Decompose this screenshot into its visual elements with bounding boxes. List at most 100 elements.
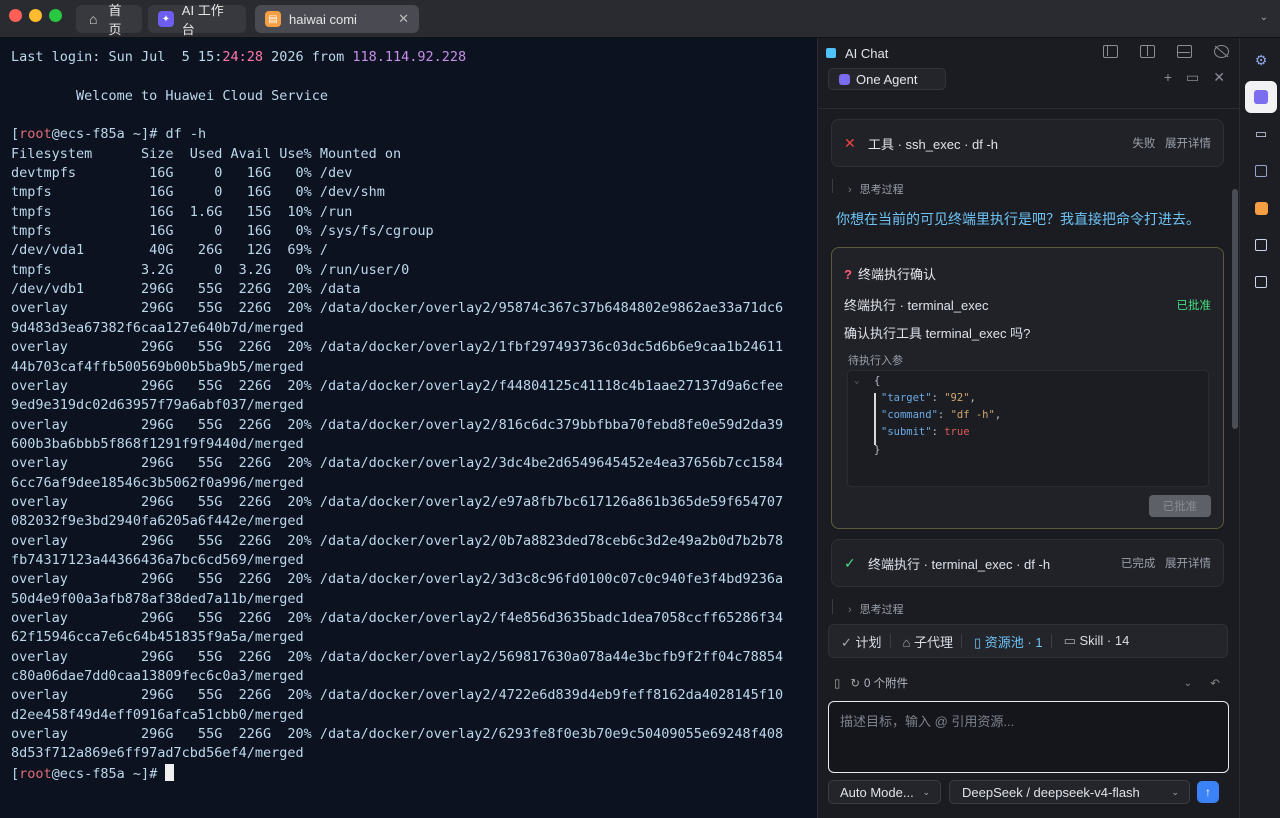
send-button[interactable]: ↑	[1197, 781, 1219, 803]
folder-icon: ▭	[1254, 126, 1268, 141]
code-value: "df -h"	[950, 409, 995, 421]
add-icon[interactable]: +	[1164, 69, 1172, 86]
terminal-line: overlay 296G 55G 226G 20% /data/docker/o…	[11, 648, 784, 665]
last-login-time: 24:28	[222, 49, 263, 65]
agent-tab-one-agent[interactable]: One Agent	[828, 68, 946, 90]
expand-details-button[interactable]: 展开详情	[1165, 558, 1211, 570]
mode-select[interactable]: Auto Mode... ⌄	[828, 780, 941, 804]
ai-icon	[1254, 90, 1268, 104]
close-tab-icon[interactable]: ✕	[398, 11, 409, 27]
prompt-bracket: [	[11, 765, 20, 782]
panel-bottom-icon[interactable]	[1177, 45, 1192, 58]
last-login-mid: 2026 from	[262, 49, 353, 65]
code-value: "92"	[944, 392, 970, 404]
folder-button[interactable]: ▭	[1245, 118, 1277, 150]
settings-button[interactable]: ⚙	[1245, 44, 1277, 76]
monitor-button[interactable]	[1245, 266, 1277, 298]
close-window-button[interactable]	[9, 9, 22, 22]
chat-messages[interactable]: ✕ 工具 · ssh_exec · df -h 失败 展开详情 思考过程 你想在…	[818, 108, 1240, 614]
terminal-line: fb74317123a44366436a7bc6cd569/merged	[11, 551, 304, 568]
tab-subagent[interactable]: ⌂ 子代理	[903, 632, 953, 651]
terminal-line: 9d483d3ea67382f6caa127e640b7d/merged	[11, 319, 304, 336]
sidebar-left-icon[interactable]	[1103, 45, 1118, 58]
confirm-tool-name: 终端执行 · terminal_exec	[844, 298, 989, 313]
terminal-line: overlay 296G 55G 226G 20% /data/docker/o…	[11, 687, 784, 704]
context-tabs: ✓ 计划 ⌂ 子代理 ▯ 资源池 · 1 ▭ Skill · 14	[828, 624, 1228, 658]
terminal-line: overlay 296G 55G 226G 20% /data/docker/o…	[11, 377, 784, 394]
thinking-toggle[interactable]: 思考过程	[848, 181, 904, 197]
chart-icon	[1255, 165, 1267, 177]
tab-plan[interactable]: ✓ 计划	[841, 632, 882, 651]
terminal-line: overlay 296G 55G 226G 20% /data/docker/o…	[11, 300, 784, 317]
chat-app-icon	[826, 48, 836, 58]
welcome-line: Welcome to Huawei Cloud Service	[11, 87, 328, 104]
terminal-cursor	[165, 763, 175, 781]
ai-chat-button[interactable]	[1245, 81, 1277, 113]
chat-title: AI Chat	[845, 45, 889, 61]
terminal-output: Filesystem Size Used Avail Use% Mounted …	[11, 145, 805, 764]
mode-label: Auto Mode...	[840, 784, 914, 800]
thinking-toggle[interactable]: 思考过程	[848, 601, 904, 614]
code-key: "submit"	[881, 426, 932, 438]
exec-confirm-card: ? 终端执行确认 终端执行 · terminal_exec 已批准 确认执行工具 …	[831, 247, 1224, 529]
chart-button[interactable]	[1245, 155, 1277, 187]
tab-home-label: 首页	[108, 3, 122, 37]
minimize-window-button[interactable]	[29, 9, 42, 22]
terminal-line: overlay 296G 55G 226G 20% /data/docker/o…	[11, 609, 784, 626]
refresh-icon[interactable]: ↻	[850, 676, 860, 690]
last-login-ip: 118.114.92.228	[352, 49, 467, 65]
chat-scrollbar[interactable]	[1232, 189, 1238, 429]
terminal-line: /dev/vdb1 296G 55G 226G 20% /data	[11, 281, 361, 298]
undo-icon[interactable]: ↶	[1210, 676, 1220, 690]
tool-done-label: 终端执行 · terminal_exec · df -h	[868, 556, 1051, 572]
terminal-view[interactable]: Last login: Sun Jul 5 15:24:28 2026 from…	[0, 38, 816, 818]
terminal-app-icon	[1254, 201, 1268, 215]
expand-details-button[interactable]: 展开详情	[1165, 138, 1211, 150]
agent-icon	[839, 73, 850, 85]
tab-terminal[interactable]: ▤ haiwai comi ✕	[255, 5, 419, 33]
chevron-down-icon[interactable]: ⌄	[1184, 678, 1192, 689]
model-select[interactable]: DeepSeek / deepseek-v4-flash ⌄	[949, 780, 1190, 804]
terminal-line: 62f15946cca7e6c64b451835f9a5a/merged	[11, 629, 304, 646]
terminal-line: tmpfs 3.2G 0 3.2G 0% /run/user/0	[11, 261, 410, 278]
tab-ai-workspace-label: AI 工作台	[181, 3, 224, 37]
monitor-icon	[1255, 276, 1267, 288]
terminal-app-button[interactable]	[1245, 192, 1277, 224]
code-key: "command"	[881, 409, 938, 421]
tab-skill-label: Skill · 14	[1079, 633, 1130, 648]
chat-header: AI Chat	[818, 38, 1239, 68]
agent-tab-label: One Agent	[856, 71, 918, 87]
terminal-line: Filesystem Size Used Avail Use% Mounted …	[11, 145, 402, 162]
console-icon	[1255, 239, 1267, 251]
ai-chat-panel: AI Chat One Agent + ▭ ✕ ✕ 工具 · ssh_exec …	[817, 38, 1240, 818]
approved-button[interactable]: 已批准	[1149, 495, 1211, 517]
terminal-line: tmpfs 16G 0 16G 0% /sys/fs/cgroup	[11, 223, 434, 240]
hide-panel-icon[interactable]	[1214, 45, 1229, 58]
thread-line	[832, 179, 833, 193]
chat-input[interactable]: 描述目标，输入 @ 引用资源...	[828, 701, 1229, 773]
tab-ai-workspace[interactable]: ✦ AI 工作台	[148, 3, 246, 37]
robot-icon: ⌂	[902, 634, 914, 650]
maximize-window-button[interactable]	[49, 9, 62, 22]
terminal-line: 50d4e9f00a3afb878af38ded7a11b/merged	[11, 590, 304, 607]
tool-done-status: 已完成	[1120, 558, 1156, 570]
code-key: "target"	[881, 392, 932, 404]
terminal-line: overlay 296G 55G 226G 20% /data/docker/o…	[11, 532, 784, 549]
terminal-line: 6cc76af9dee18546c3b5062f0a996/merged	[11, 474, 304, 491]
collapse-icon[interactable]: ⌄	[854, 373, 859, 391]
tab-plan-label: 计划	[855, 634, 882, 650]
console-button[interactable]	[1245, 229, 1277, 261]
terminal-line: 9ed9e319dc02d63957f79a6abf037/merged	[11, 397, 304, 414]
terminal-line: c80a06dae7dd0caa13809fec6c0a3/merged	[11, 668, 304, 684]
chevron-down-icon: ⌄	[922, 786, 930, 797]
split-view-icon[interactable]	[1140, 45, 1155, 58]
close-icon[interactable]: ✕	[1213, 69, 1225, 86]
chevron-down-icon[interactable]: ⌄	[1260, 12, 1268, 23]
terminal-line: overlay 296G 55G 226G 20% /data/docker/o…	[11, 455, 784, 472]
tab-resources[interactable]: ▯ 资源池 · 1	[974, 632, 1043, 651]
book-icon[interactable]: ▭	[1186, 69, 1199, 86]
tab-skill[interactable]: ▭ Skill · 14	[1064, 633, 1130, 649]
tab-home[interactable]: ⌂ 首页	[76, 3, 142, 37]
arrow-up-icon: ↑	[1205, 785, 1211, 799]
file-icon[interactable]: ▯	[834, 676, 840, 690]
